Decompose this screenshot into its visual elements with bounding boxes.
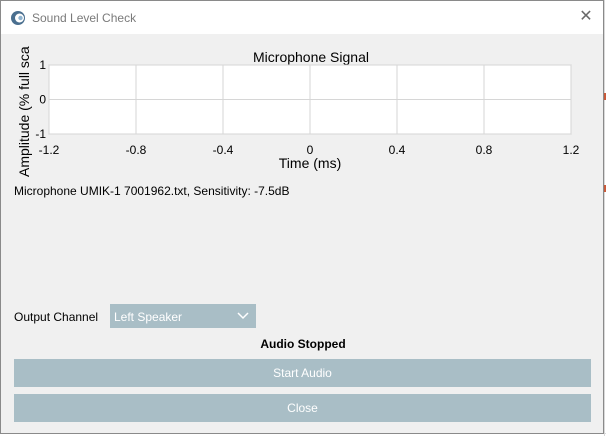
app-logo-icon [10,10,26,26]
background-divider [604,0,605,436]
y-tick-label: -1 [35,127,46,141]
sound-level-dialog: Sound Level Check ✕ Microphone Signal Ti… [0,0,604,434]
y-tick-label: 1 [39,58,46,72]
output-channel-label: Output Channel [14,310,99,324]
chevron-down-icon [237,310,249,320]
audio-status: Audio Stopped [260,337,346,351]
start-audio-button[interactable]: Start Audio [14,359,591,387]
y-tick-label: 0 [39,93,46,107]
output-channel-select[interactable]: Left Speaker [110,304,256,328]
x-tick-label: -0.4 [213,143,234,157]
chart-xlabel: Time (ms) [279,155,341,171]
microphone-info: Microphone UMIK-1 7001962.txt, Sensitivi… [14,184,290,198]
x-tick-label: 1.2 [563,143,580,157]
output-channel-value: Left Speaker [114,310,183,324]
chart-ylabel: Amplitude (% full sca [16,46,32,177]
title-bar: Sound Level Check ✕ [1,1,603,34]
microphone-signal-chart: Microphone Signal Time (ms) Amplitude (%… [11,41,591,181]
chart-svg: Microphone Signal Time (ms) Amplitude (%… [16,46,580,177]
x-tick-label: 0.8 [476,143,493,157]
x-tick-label: 0.4 [389,143,406,157]
x-tick-label: -0.8 [126,143,147,157]
close-button[interactable]: Close [14,394,591,422]
x-tick-label: 0 [307,143,314,157]
x-tick-label: -1.2 [39,143,60,157]
close-icon[interactable]: ✕ [579,9,593,25]
window-title: Sound Level Check [32,11,137,25]
chart-title: Microphone Signal [253,49,369,65]
